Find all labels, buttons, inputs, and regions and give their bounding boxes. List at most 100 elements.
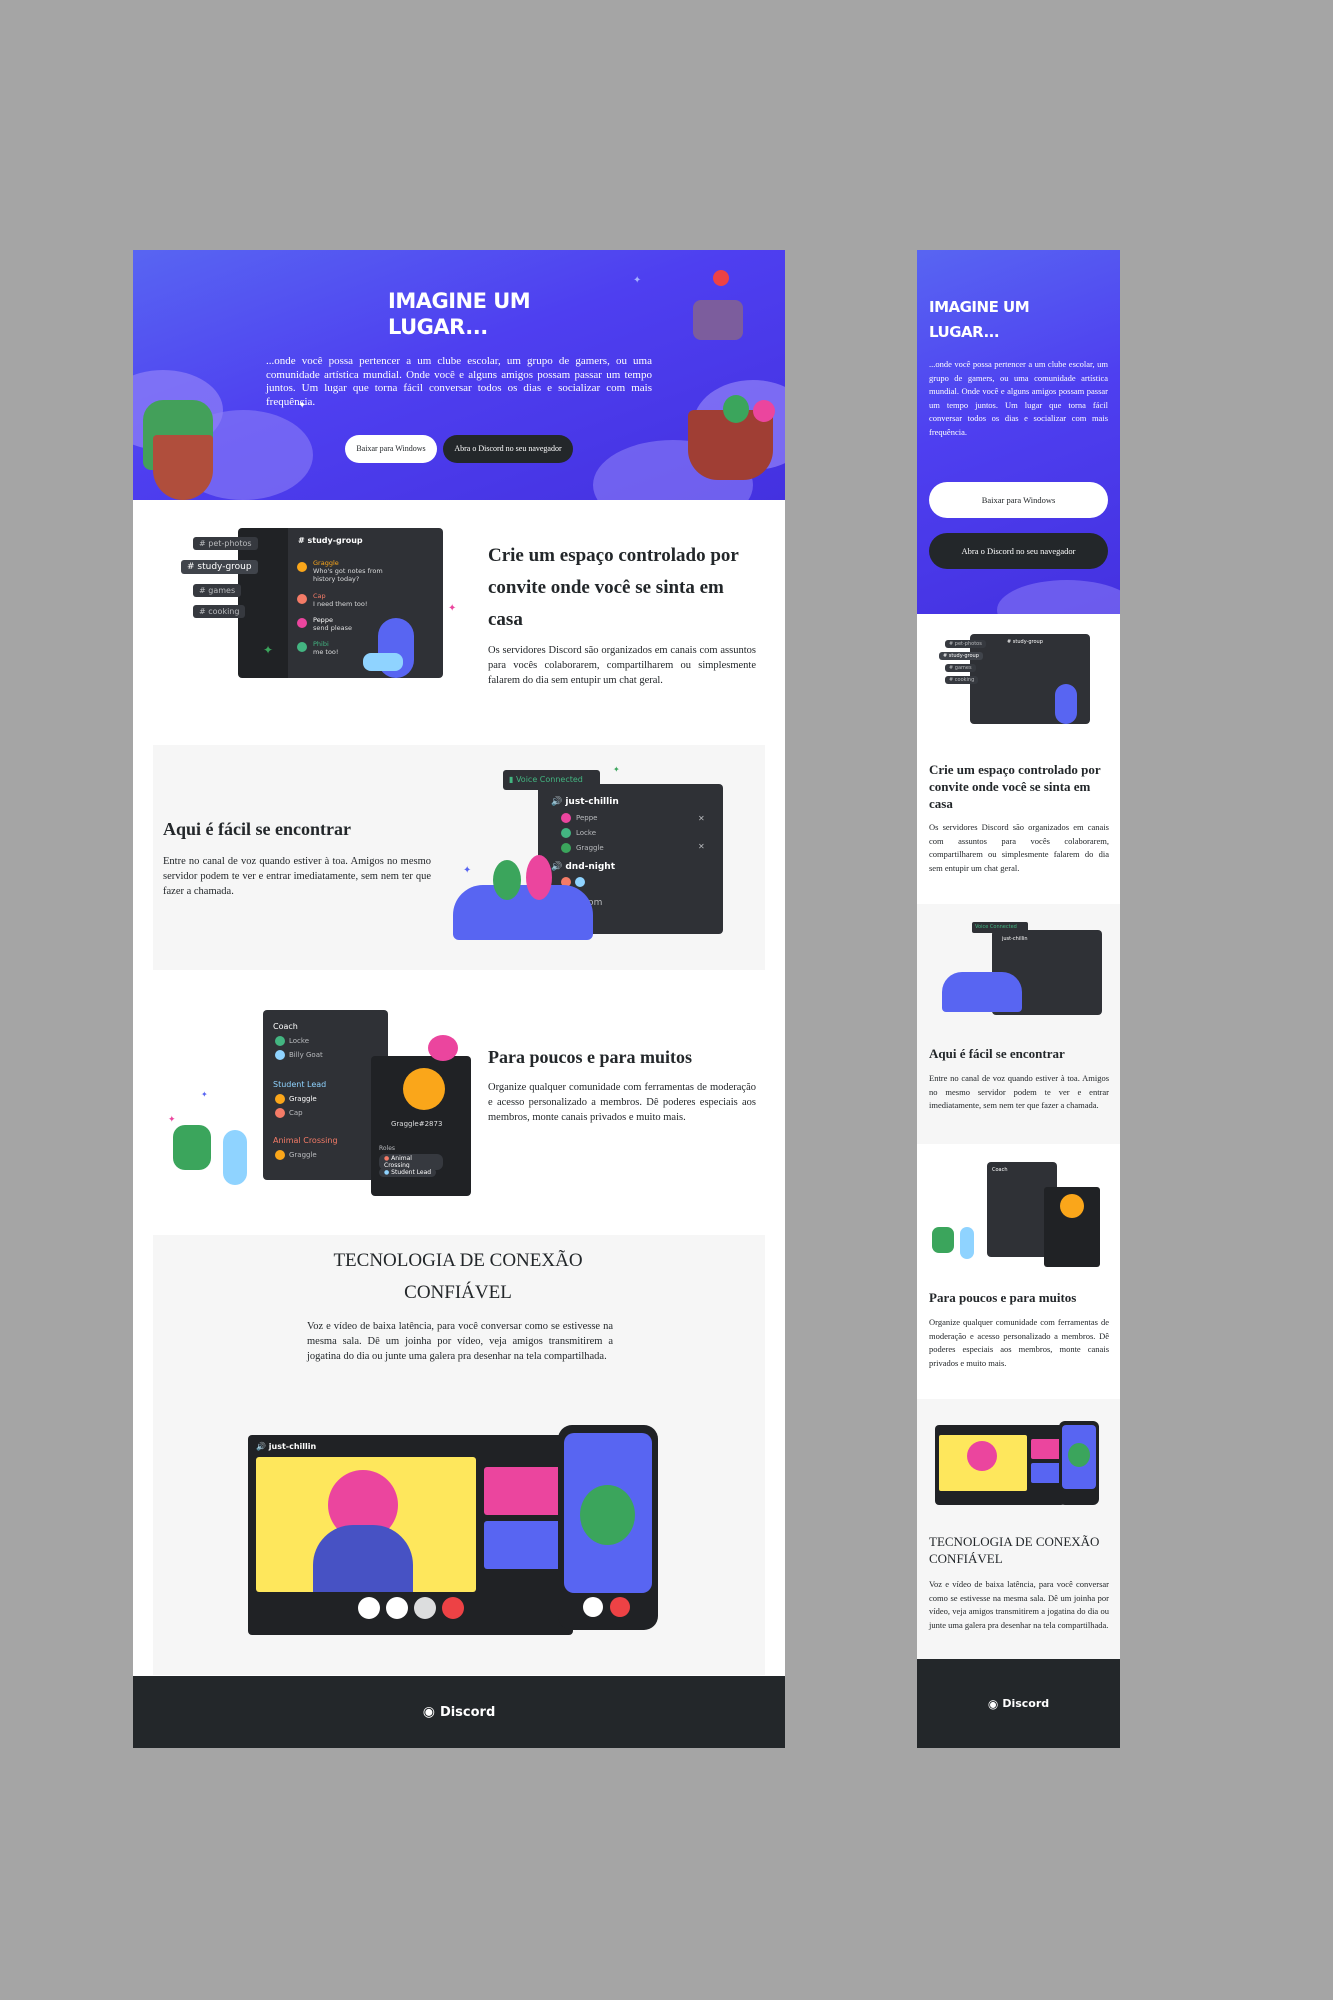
member-name: Cap <box>289 1109 303 1117</box>
hang-up-button <box>442 1597 464 1619</box>
section-text: Entre no canal de voz quando estiver à t… <box>929 1073 1109 1110</box>
hero-title-line1: IMAGINE UM <box>929 298 1030 316</box>
feature-section-community: Coach Para poucos e para muitos Organize… <box>917 1144 1120 1399</box>
desktop-preview: ✦ ✦ IMAGINE UM LUGAR... ...onde você pos… <box>133 250 785 1748</box>
character-drinking-illustration <box>967 1441 997 1471</box>
character-reading-legs <box>363 653 403 671</box>
roles-illustration: Coach Locke Billy Goat Student Lead Grag… <box>163 1010 471 1205</box>
section-title: Aqui é fácil se encontrar <box>929 1046 1065 1061</box>
role-group-label: Animal Crossing <box>273 1136 338 1145</box>
role-group-label: Coach <box>273 1022 298 1031</box>
sparkle-icon: ✦ <box>168 1115 176 1125</box>
video-tile <box>484 1467 568 1515</box>
section-title: TECNOLOGIA DE CONEXÃO CONFIÁVEL <box>333 1250 583 1303</box>
avatar <box>297 562 307 572</box>
open-browser-button[interactable]: Abra o Discord no seu navegador <box>443 435 573 463</box>
character-chess-illustration <box>960 1227 974 1259</box>
voice-channel-illustration: ▮ Voice Connected 🔊 just-chillin Peppe L… <box>448 765 748 960</box>
avatar <box>561 813 571 823</box>
chat-header: # study-group <box>1007 639 1043 645</box>
characters-group-illustration <box>942 972 1022 1012</box>
channel-tag-active: # study-group <box>181 560 258 574</box>
section-text: Entre no canal de voz quando estiver à t… <box>163 856 431 897</box>
feature-section-invite: # pet-photos # study-group # games # coo… <box>917 614 1120 904</box>
download-windows-button[interactable]: Baixar para Windows <box>345 435 437 463</box>
channel-tag: # games <box>193 584 242 597</box>
hero-title-line2: LUGAR... <box>388 315 488 339</box>
feature-section-tech: TECNOLOGIA DE CONEXÃO CONFIÁVEL Voz e ví… <box>917 1399 1120 1659</box>
section-title: TECNOLOGIA DE CONEXÃO CONFIÁVEL <box>929 1534 1100 1566</box>
hero-title: IMAGINE UM LUGAR... <box>388 288 531 340</box>
member-name: Billy Goat <box>289 1051 323 1059</box>
mute-icon: ✕ <box>698 814 705 823</box>
footer-brand[interactable]: Discord <box>440 1705 495 1720</box>
section-title: Crie um espaço controlado por convite on… <box>929 762 1101 811</box>
member-name: Graggle <box>289 1151 317 1159</box>
role-group-label: Coach <box>992 1167 1008 1173</box>
feature-section-voice: Aqui é fácil se encontrar Entre no canal… <box>153 745 765 970</box>
voice-channel-name: 🔊 dnd-night <box>551 862 616 872</box>
study-group-illustration: # pet-photos # study-group # games # coo… <box>173 528 457 698</box>
mute-icon: ✕ <box>698 842 705 851</box>
characters-group-illustration <box>453 885 593 940</box>
channel-tag-active: # study-group <box>939 652 983 660</box>
sparkle-icon: ✦ <box>263 643 274 657</box>
avatar <box>561 828 571 838</box>
hero-title-line2: LUGAR... <box>929 323 1000 341</box>
channel-tag: # cooking <box>193 605 246 618</box>
video-tile <box>1031 1463 1061 1483</box>
section-text: Voz e vídeo de baixa latência, para você… <box>929 1579 1109 1630</box>
voice-member: Peppe <box>576 814 598 822</box>
sparkle-icon: ✦ <box>633 275 642 286</box>
section-text: Organize qualquer comunidade com ferrame… <box>929 1317 1109 1368</box>
island-top-right-illustration <box>693 300 743 340</box>
voice-channel-name: just-chillin <box>1002 936 1028 942</box>
role-pill: ● Student Lead <box>379 1168 437 1177</box>
profile-avatar <box>1060 1194 1084 1218</box>
hero-description: ...onde você possa pertencer a um clube … <box>266 355 652 408</box>
character-green-illustration <box>1068 1443 1090 1467</box>
character-pink-illustration <box>526 855 552 900</box>
section-text: Os servidores Discord são organizados em… <box>929 822 1109 873</box>
section-text: Os servidores Discord são organizados em… <box>488 645 756 686</box>
profile-name: Graggle#2873 <box>391 1120 443 1128</box>
download-windows-button[interactable]: Baixar para Windows <box>929 482 1108 518</box>
profile-avatar <box>403 1068 445 1110</box>
member-name: Graggle <box>289 1095 317 1103</box>
avatar <box>297 618 307 628</box>
chat-message: Cap I need them too! <box>313 592 368 608</box>
hero-description: ...onde você possa pertencer a um clube … <box>929 359 1108 437</box>
open-browser-button[interactable]: Abra o Discord no seu navegador <box>929 533 1108 569</box>
character-chess-illustration <box>223 1130 247 1185</box>
video-tile <box>1031 1439 1061 1459</box>
hero-section: IMAGINE UM LUGAR... ...onde você possa p… <box>917 250 1120 614</box>
chat-message: Graggle Who's got notes from history toda… <box>313 559 383 583</box>
role-group-label: Student Lead <box>273 1080 327 1089</box>
hero-title: IMAGINE UM LUGAR... <box>929 295 1030 345</box>
avatar <box>297 594 307 604</box>
section-title: Para poucos e para muitos <box>488 1047 692 1067</box>
avatar <box>275 1050 285 1060</box>
sparkle-icon: ✦ <box>448 603 457 614</box>
mute-button <box>414 1597 436 1619</box>
screen-share-button <box>386 1597 408 1619</box>
video-call-illustration <box>935 1421 1105 1511</box>
pokeball-icon <box>713 270 729 286</box>
discord-logo-icon: ◉ <box>987 1696 999 1711</box>
voice-member: Locke <box>576 829 597 837</box>
character-pink-illustration <box>428 1035 458 1061</box>
character-body-illustration <box>313 1525 413 1592</box>
video-call-illustration: 🔊 just-chillin <box>248 1425 668 1640</box>
roles-label: Roles <box>379 1145 396 1152</box>
footer-brand[interactable]: Discord <box>1002 1697 1049 1710</box>
avatar <box>275 1150 285 1160</box>
sparkle-icon: ✦ <box>201 1090 208 1099</box>
section-title: Aqui é fácil se encontrar <box>163 819 351 839</box>
study-group-illustration: # pet-photos # study-group # games # coo… <box>937 634 1097 729</box>
footer: ◉ Discord <box>917 1659 1120 1748</box>
avatar <box>275 1108 285 1118</box>
sparkle-icon: ✦ <box>463 865 472 876</box>
section-title: Crie um espaço controlado por convite on… <box>488 545 739 630</box>
phone-video-button <box>583 1597 603 1617</box>
avatar <box>297 642 307 652</box>
